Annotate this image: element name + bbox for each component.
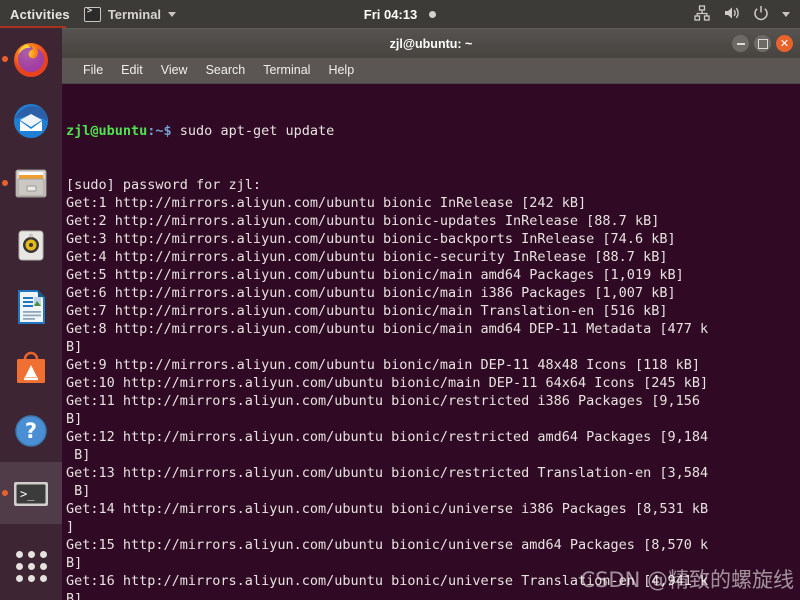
desktop-screen: Activities Terminal Fri 04:13 [0,0,800,600]
terminal-menubar: File Edit View Search Terminal Help [62,58,800,84]
clock-label: Fri 04:13 [363,6,418,22]
terminal-line: B] [66,447,91,463]
dock-item-thunderbird[interactable] [0,90,62,152]
terminal-line: Get:12 http://mirrors.aliyun.com/ubuntu … [66,429,709,445]
terminal-line: Get:4 http://mirrors.aliyun.com/ubuntu b… [66,249,668,265]
terminal-app-icon: >_ [9,471,53,515]
notification-dot-icon [429,10,437,18]
activities-indicator [0,26,66,28]
menu-search[interactable]: Search [197,58,255,83]
thunderbird-icon [9,99,53,143]
app-menu-label: Terminal [107,6,162,22]
terminal-line: B] [66,411,83,427]
dock-item-help[interactable]: ? [0,400,62,462]
chevron-down-icon [168,11,177,17]
terminal-line: B] [66,339,83,355]
gnome-top-bar: Activities Terminal Fri 04:13 [0,0,800,28]
prompt-command: sudo apt-get update [171,123,335,139]
app-grid-icon [15,550,47,582]
svg-text:?: ? [25,419,37,443]
dock-item-files[interactable] [0,152,62,214]
terminal-line: ] [66,519,75,535]
launcher-dock: ? >_ [0,28,62,600]
terminal-line: Get:16 http://mirrors.aliyun.com/ubuntu … [66,573,709,589]
window-titlebar[interactable]: zjl@ubuntu: ~ ✕ [62,28,800,58]
terminal-text: zjl@ubuntu:~$ sudo apt-get update [sudo]… [66,86,800,600]
terminal-line: Get:5 http://mirrors.aliyun.com/ubuntu b… [66,267,684,283]
terminal-line: Get:2 http://mirrors.aliyun.com/ubuntu b… [66,213,660,229]
dock-item-ubuntu-software[interactable] [0,338,62,400]
dock-item-rhythmbox[interactable] [0,214,62,276]
terminal-line: Get:1 http://mirrors.aliyun.com/ubuntu b… [66,195,587,211]
terminal-line: Get:15 http://mirrors.aliyun.com/ubuntu … [66,537,709,553]
terminal-output-area[interactable]: zjl@ubuntu:~$ sudo apt-get update [sudo]… [62,84,800,600]
running-indicator-dot [2,180,8,186]
running-indicator-dot [2,490,8,496]
terminal-line: Get:14 http://mirrors.aliyun.com/ubuntu … [66,501,709,517]
terminal-line: B] [66,483,91,499]
window-title: zjl@ubuntu: ~ [389,36,473,51]
menu-file[interactable]: File [74,58,112,83]
volume-icon [723,5,740,24]
app-menu-terminal[interactable]: Terminal [83,6,177,22]
terminal-line: Get:9 http://mirrors.aliyun.com/ubuntu b… [66,357,700,373]
ubuntu-software-bag-icon [9,347,53,391]
menu-help[interactable]: Help [319,58,363,83]
menu-terminal[interactable]: Terminal [254,58,319,83]
minimize-button[interactable] [732,35,749,52]
system-status-area[interactable] [694,4,790,24]
maximize-button[interactable] [754,35,771,52]
help-question-icon: ? [9,409,53,453]
terminal-output-lines: [sudo] password for zjl: Get:1 http://mir… [66,176,800,600]
menu-edit[interactable]: Edit [112,58,152,83]
rhythmbox-speaker-icon [9,223,53,267]
close-button[interactable]: ✕ [776,35,793,52]
firefox-icon [9,37,53,81]
terminal-icon [83,6,101,22]
terminal-line: Get:7 http://mirrors.aliyun.com/ubuntu b… [66,303,668,319]
terminal-line: [sudo] password for zjl: [66,177,262,193]
terminal-window: zjl@ubuntu: ~ ✕ File Edit View Search Te… [62,28,800,600]
svg-text:>_: >_ [20,487,35,501]
prompt-path: :~$ [147,123,172,139]
clock-button[interactable]: Fri 04:13 [363,6,437,22]
files-cabinet-icon [9,161,53,205]
terminal-line: Get:3 http://mirrors.aliyun.com/ubuntu b… [66,231,676,247]
terminal-line: B] [66,555,83,571]
dock-item-firefox[interactable] [0,28,62,90]
terminal-line: Get:6 http://mirrors.aliyun.com/ubuntu b… [66,285,676,301]
menu-view[interactable]: View [152,58,197,83]
power-icon [753,5,769,24]
terminal-line: Get:10 http://mirrors.aliyun.com/ubuntu … [66,375,709,391]
terminal-prompt-line: zjl@ubuntu:~$ sudo apt-get update [66,122,800,140]
terminal-line: Get:13 http://mirrors.aliyun.com/ubuntu … [66,465,709,481]
terminal-line: B] [66,591,83,600]
libreoffice-writer-icon [9,285,53,329]
network-wired-icon [694,4,710,24]
dock-item-libreoffice-writer[interactable] [0,276,62,338]
activities-button[interactable]: Activities [10,7,70,22]
prompt-user: zjl@ubuntu [66,123,148,139]
dock-item-terminal[interactable]: >_ [0,462,62,524]
status-menu-chevron-down-icon [782,11,790,17]
terminal-line: Get:11 http://mirrors.aliyun.com/ubuntu … [66,393,700,409]
running-indicator-dot [2,56,8,62]
window-controls: ✕ [732,35,800,52]
terminal-line: Get:8 http://mirrors.aliyun.com/ubuntu b… [66,321,709,337]
show-applications-button[interactable] [0,538,62,594]
top-bar-left: Activities Terminal [10,6,177,22]
